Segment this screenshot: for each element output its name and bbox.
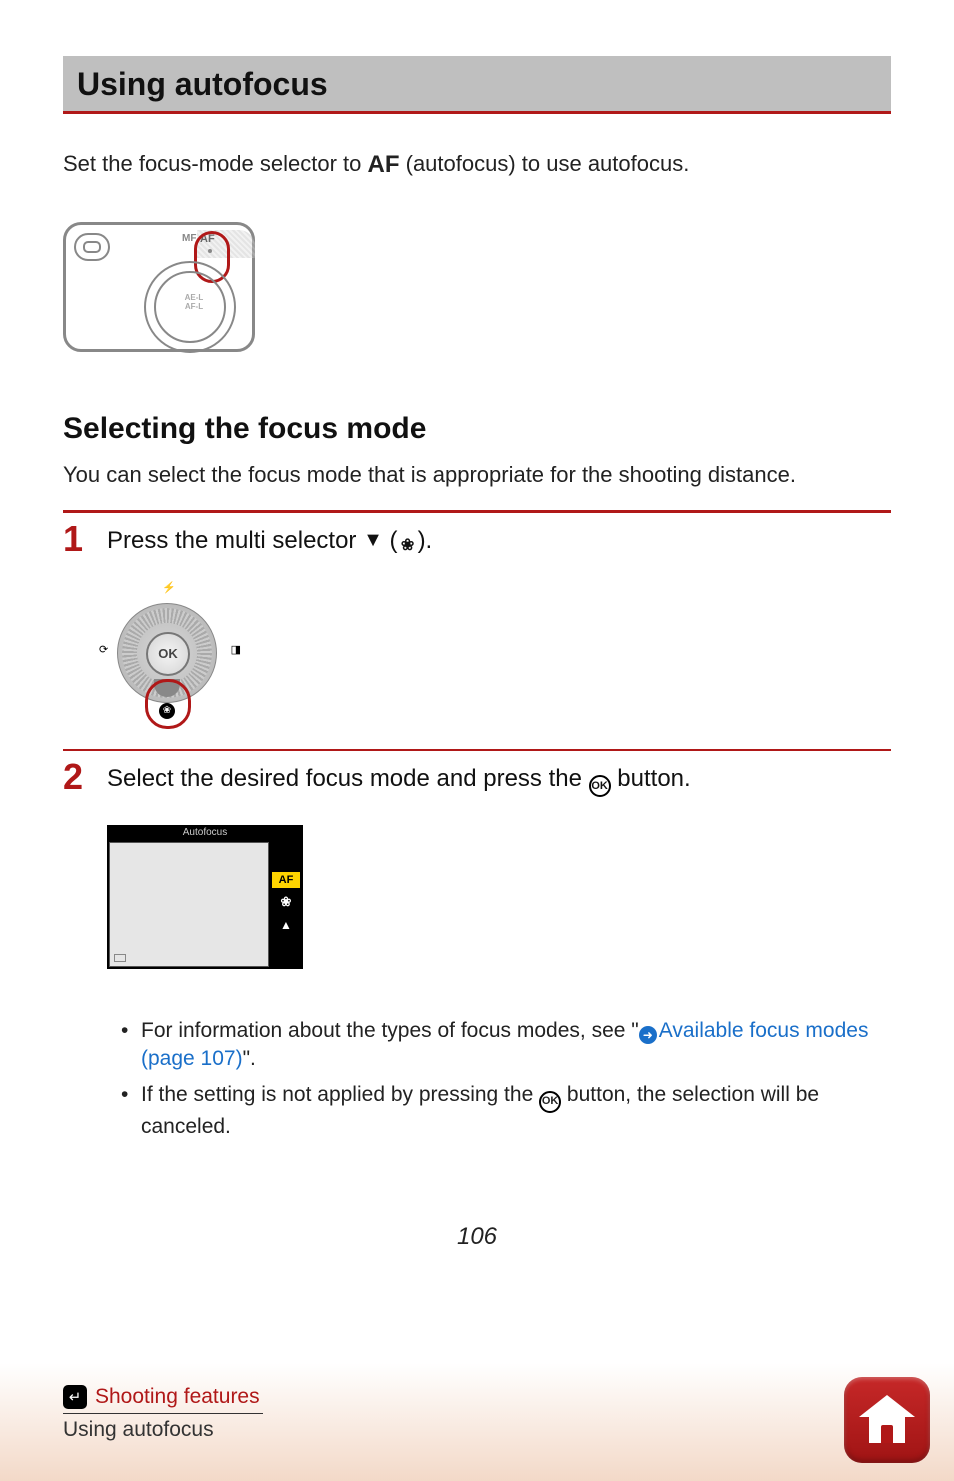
lcd-screen-preview: Autofocus AF ❀ ▲ <box>107 825 303 969</box>
diagram-shutter <box>74 233 110 261</box>
intro-before: Set the focus-mode selector to <box>63 151 368 176</box>
screen-title: Autofocus <box>107 825 303 840</box>
step2-divider <box>63 749 891 751</box>
section-subheading: Selecting the focus mode <box>63 412 891 446</box>
af-label-bold: AF <box>368 151 400 178</box>
dial-top-icon: ⚡ <box>162 581 176 594</box>
back-icon: ↵ <box>63 1385 87 1409</box>
step2-row: 2 Select the desired focus mode and pres… <box>63 759 891 797</box>
screen-side-menu: AF ❀ ▲ <box>269 840 303 969</box>
link-arrow-icon[interactable]: ➜ <box>639 1026 657 1044</box>
focus-selector-diagram: MF AF AE-LAF-L <box>63 222 255 352</box>
ok-button-icon: OK <box>539 1091 561 1113</box>
diagram-ael-label: AE-LAF-L <box>182 293 206 311</box>
step1-text: Press the multi selector ▼ (❀). <box>107 521 432 556</box>
home-icon <box>861 1395 913 1445</box>
dial-down-highlight <box>145 679 191 729</box>
breadcrumb-section-label: Shooting features <box>95 1385 260 1409</box>
dial-right-icon: ◨ <box>231 643 241 656</box>
step1-divider <box>63 510 891 513</box>
menu-item-macro-icon: ❀ <box>272 892 300 912</box>
macro-icon: ❀ <box>398 536 418 556</box>
ok-button-icon: OK <box>589 775 611 797</box>
bullet-icon: • <box>121 1081 141 1141</box>
home-button[interactable] <box>844 1377 930 1463</box>
menu-item-af: AF <box>272 872 300 888</box>
dial-left-icon: ⟳ <box>99 643 108 656</box>
intro-after: (autofocus) to use autofocus. <box>400 151 690 176</box>
dial-ok-button: OK <box>146 632 190 676</box>
bullet-icon: • <box>121 1017 141 1074</box>
screen-card-icon <box>114 954 126 962</box>
menu-item-mountain-icon: ▲ <box>272 916 300 934</box>
breadcrumb-section-link[interactable]: ↵ Shooting features <box>63 1385 263 1414</box>
step1-number: 1 <box>63 521 107 557</box>
note-1: • For information about the types of foc… <box>121 1017 891 1074</box>
multi-selector-figure: ⚡ ⟳ ◨ OK ❀ <box>107 581 231 721</box>
page-number: 106 <box>0 1223 954 1251</box>
page-title: Using autofocus <box>63 56 891 114</box>
breadcrumb-page-label: Using autofocus <box>63 1418 891 1442</box>
page-footer: ↵ Shooting features Using autofocus <box>0 1363 954 1481</box>
step2-text: Select the desired focus mode and press … <box>107 759 691 797</box>
screen-main-area <box>109 842 269 967</box>
note-2: • If the setting is not applied by press… <box>121 1081 891 1141</box>
down-arrow-icon: ▼ <box>363 529 383 551</box>
step2-number: 2 <box>63 759 107 795</box>
notes-section: • For information about the types of foc… <box>121 1017 891 1141</box>
intro-text: Set the focus-mode selector to AF (autof… <box>63 148 891 182</box>
section-description: You can select the focus mode that is ap… <box>63 462 891 488</box>
step1-row: 1 Press the multi selector ▼ (❀). <box>63 521 891 557</box>
